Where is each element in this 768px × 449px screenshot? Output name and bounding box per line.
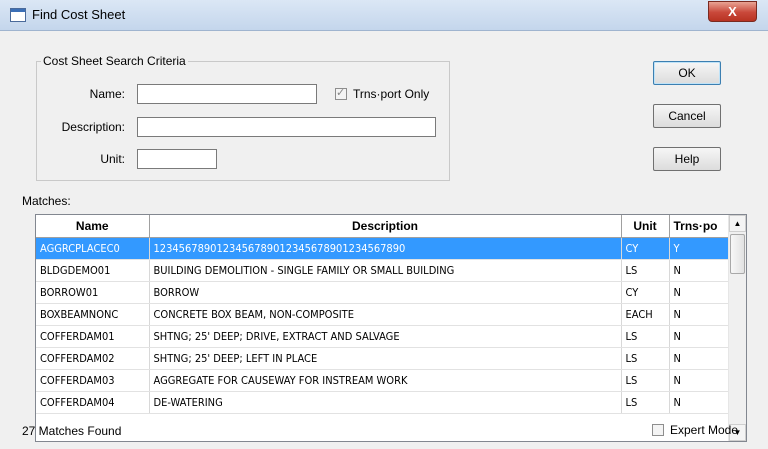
table-row[interactable]: COFFERDAM04 DE-WATERING LS N: [36, 391, 730, 414]
cell-unit: LS: [621, 325, 670, 348]
cell-trnsport: N: [669, 369, 730, 392]
title-bar: Find Cost Sheet X: [0, 0, 768, 31]
table-row[interactable]: AGGRCPLACEC0 123456789012345678901234567…: [36, 237, 730, 260]
trnsport-only-label: Trns·port Only: [353, 87, 430, 101]
column-header-name[interactable]: Name: [36, 215, 150, 238]
cell-name: COFFERDAM03: [36, 369, 150, 392]
expert-mode-label: Expert Mode: [670, 423, 739, 437]
vertical-scrollbar[interactable]: ▲ ▼: [728, 215, 746, 441]
match-count-status: 27 Matches Found: [22, 424, 122, 438]
table-row[interactable]: COFFERDAM01 SHTNG; 25' DEEP; DRIVE, EXTR…: [36, 325, 730, 348]
name-input[interactable]: [137, 84, 317, 104]
close-button[interactable]: X: [708, 1, 757, 22]
cell-trnsport: N: [669, 303, 730, 326]
cell-trnsport: N: [669, 259, 730, 282]
cell-description: AGGREGATE FOR CAUSEWAY FOR INSTREAM WORK: [149, 369, 622, 392]
cell-name: AGGRCPLACEC0: [36, 237, 150, 260]
table-row[interactable]: BOXBEAMNONC CONCRETE BOX BEAM, NON-COMPO…: [36, 303, 730, 326]
cell-name: COFFERDAM04: [36, 391, 150, 414]
description-label: Description:: [61, 120, 125, 134]
cell-description: SHTNG; 25' DEEP; DRIVE, EXTRACT AND SALV…: [149, 325, 622, 348]
column-header-trnsport[interactable]: Trns·po: [669, 215, 730, 238]
scroll-up-icon[interactable]: ▲: [729, 215, 746, 232]
cell-name: BORROW01: [36, 281, 150, 304]
table-row[interactable]: BORROW01 BORROW CY N: [36, 281, 730, 304]
name-label: Name:: [89, 87, 125, 101]
cell-trnsport: N: [669, 325, 730, 348]
trnsport-only-checkbox[interactable]: [335, 86, 347, 100]
cell-description: SHTNG; 25' DEEP; LEFT IN PLACE: [149, 347, 622, 370]
cell-unit: LS: [621, 369, 670, 392]
cell-trnsport: N: [669, 347, 730, 370]
header-row: Name Description Unit Trns·po: [36, 215, 730, 238]
cell-description: DE-WATERING: [149, 391, 622, 414]
window-icon: [10, 8, 26, 22]
table-row[interactable]: BLDGDEMO01 BUILDING DEMOLITION - SINGLE …: [36, 259, 730, 282]
matches-label: Matches:: [22, 194, 71, 208]
column-header-unit[interactable]: Unit: [621, 215, 670, 238]
cell-trnsport: N: [669, 391, 730, 414]
cell-unit: LS: [621, 259, 670, 282]
cell-unit: LS: [621, 391, 670, 414]
ok-button[interactable]: OK: [653, 61, 721, 85]
matches-table: Name Description Unit Trns·po AGGRCPLACE…: [36, 215, 730, 414]
column-header-description[interactable]: Description: [149, 215, 622, 238]
search-criteria-legend: Cost Sheet Search Criteria: [41, 54, 188, 68]
dialog-body: Cost Sheet Search Criteria Name: Trns·po…: [0, 31, 768, 449]
unit-input[interactable]: [137, 149, 217, 169]
window-title: Find Cost Sheet: [32, 7, 126, 22]
cell-description: BORROW: [149, 281, 622, 304]
cell-unit: CY: [621, 237, 670, 260]
cell-description: CONCRETE BOX BEAM, NON-COMPOSITE: [149, 303, 622, 326]
cell-trnsport: Y: [669, 237, 730, 260]
cell-description: BUILDING DEMOLITION - SINGLE FAMILY OR S…: [149, 259, 622, 282]
expert-mode-checkbox[interactable]: [652, 424, 664, 436]
cell-unit: LS: [621, 347, 670, 370]
cell-unit: CY: [621, 281, 670, 304]
cancel-button[interactable]: Cancel: [653, 104, 721, 128]
search-criteria-group: Cost Sheet Search Criteria Name: Trns·po…: [36, 54, 450, 181]
matches-grid[interactable]: Name Description Unit Trns·po AGGRCPLACE…: [35, 214, 747, 442]
cell-unit: EACH: [621, 303, 670, 326]
cell-description: 1234567890123456789012345678901234567890: [149, 237, 622, 260]
description-input[interactable]: [137, 117, 436, 137]
help-button[interactable]: Help: [653, 147, 721, 171]
table-row[interactable]: COFFERDAM03 AGGREGATE FOR CAUSEWAY FOR I…: [36, 369, 730, 392]
cell-name: COFFERDAM01: [36, 325, 150, 348]
cell-trnsport: N: [669, 281, 730, 304]
unit-label: Unit:: [100, 152, 125, 166]
table-row[interactable]: COFFERDAM02 SHTNG; 25' DEEP; LEFT IN PLA…: [36, 347, 730, 370]
scroll-thumb[interactable]: [730, 234, 745, 274]
cell-name: BLDGDEMO01: [36, 259, 150, 282]
cell-name: COFFERDAM02: [36, 347, 150, 370]
cell-name: BOXBEAMNONC: [36, 303, 150, 326]
